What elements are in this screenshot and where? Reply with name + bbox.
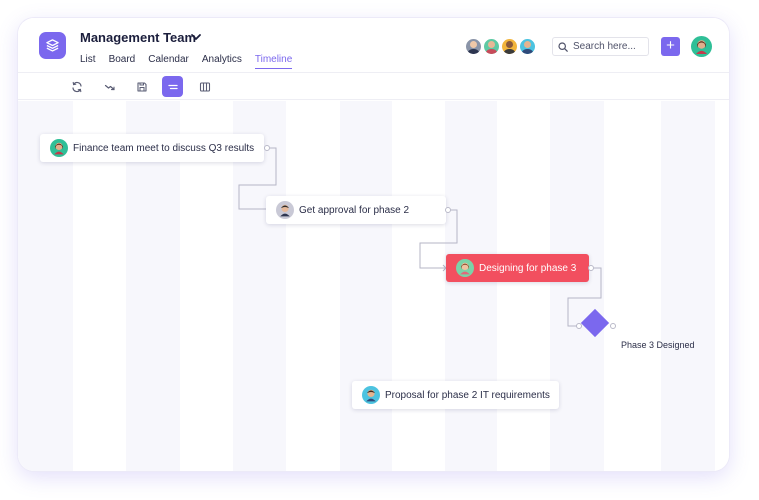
timeline-canvas: Finance team meet to discuss Q3 results …: [18, 101, 729, 471]
avatar[interactable]: [500, 37, 519, 56]
avatar[interactable]: [464, 37, 483, 56]
avatar[interactable]: [482, 37, 501, 56]
team-title[interactable]: Management Team: [80, 30, 196, 45]
view-tabs: List Board Calendar Analytics Timeline: [80, 54, 305, 69]
trend-icon: [104, 84, 115, 90]
trend-button[interactable]: [99, 76, 120, 97]
task-label: Get approval for phase 2: [299, 204, 410, 216]
task-assignee-avatar: [50, 139, 68, 157]
tab-analytics[interactable]: Analytics: [202, 54, 242, 69]
task-bar[interactable]: Designing for phase 3: [446, 254, 589, 282]
tab-board[interactable]: Board: [109, 54, 136, 69]
task-connector-handle[interactable]: [264, 145, 270, 151]
app-header: Management Team List Board Calendar Anal…: [18, 18, 729, 73]
user-avatar[interactable]: [691, 36, 712, 57]
task-connector-handle[interactable]: [588, 265, 594, 271]
save-icon: [136, 81, 147, 92]
avatar[interactable]: [518, 37, 537, 56]
tab-list[interactable]: List: [80, 54, 96, 69]
refresh-icon: [71, 81, 82, 92]
task-bar[interactable]: Proposal for phase 2 IT requirements: [352, 381, 559, 409]
search-box[interactable]: [552, 37, 649, 56]
align-icon: [167, 84, 178, 89]
app-logo[interactable]: [39, 32, 66, 59]
columns-icon: [199, 81, 210, 92]
tab-calendar[interactable]: Calendar: [148, 54, 189, 69]
task-assignee-avatar: [276, 201, 294, 219]
task-label: Finance team meet to discuss Q3 results: [73, 142, 255, 154]
tab-timeline[interactable]: Timeline: [254, 54, 293, 69]
search-icon: [558, 41, 568, 52]
layers-icon: [46, 39, 59, 52]
refresh-button[interactable]: [66, 76, 87, 97]
save-button[interactable]: [131, 76, 152, 97]
app-window: Management Team List Board Calendar Anal…: [18, 18, 729, 471]
milestone-connector-handle[interactable]: [610, 323, 616, 329]
columns-button[interactable]: [194, 76, 215, 97]
task-label: Proposal for phase 2 IT requirements: [385, 389, 550, 401]
team-avatars[interactable]: [464, 37, 537, 56]
task-bar[interactable]: Finance team meet to discuss Q3 results: [40, 134, 264, 162]
add-button[interactable]: +: [661, 37, 680, 56]
timeline-toolbar: [18, 73, 729, 100]
task-bar[interactable]: Get approval for phase 2: [266, 196, 446, 224]
search-input[interactable]: [573, 41, 647, 52]
task-assignee-avatar: [362, 386, 380, 404]
task-assignee-avatar: [456, 259, 474, 277]
task-connector-handle[interactable]: [445, 207, 451, 213]
task-label: Designing for phase 3: [479, 262, 577, 274]
milestone-label: Phase 3 Designed: [621, 340, 695, 350]
align-button[interactable]: [162, 76, 183, 97]
chevron-down-icon[interactable]: [190, 31, 202, 43]
